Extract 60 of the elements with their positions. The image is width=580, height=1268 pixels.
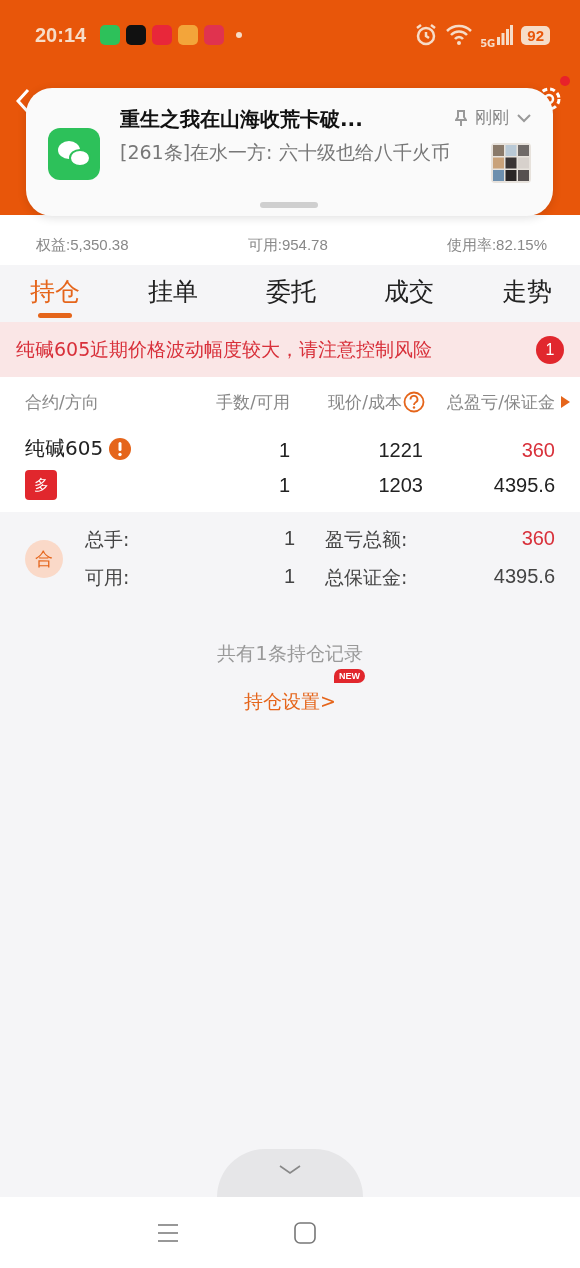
notification-time: 刚刚 <box>475 106 509 129</box>
contract-name: 纯碱605 <box>25 435 104 462</box>
risk-alert-banner[interactable]: 纯碱605近期价格波动幅度较大，请注意控制风险 1 <box>0 322 580 377</box>
avatar-grid-icon <box>491 143 531 183</box>
alert-text: 纯碱605近期价格波动幅度较大，请注意控制风险 <box>16 336 433 362</box>
summary-value: 360 <box>521 526 555 551</box>
back-button[interactable] <box>16 88 30 114</box>
position-row[interactable]: 纯碱605 多 1 1 1221 1203 360 4395.6 <box>0 427 580 512</box>
app-icon <box>152 25 173 45</box>
record-count: 共有1条持仓记录 <box>217 641 363 666</box>
summary-label: 可用: <box>85 564 130 590</box>
summary-label: 盈亏总额: <box>325 526 408 552</box>
tab[interactable]: 走势 <box>502 269 552 318</box>
account-stat: 权益:5,350.38 <box>36 236 129 255</box>
app-icon <box>204 25 225 45</box>
wifi-icon <box>446 24 473 46</box>
battery-level: 92 <box>521 25 550 45</box>
summary-value: 1 <box>283 526 295 551</box>
more-dot-icon <box>236 32 243 38</box>
app-icon <box>100 25 121 45</box>
drag-handle[interactable] <box>260 202 318 208</box>
account-stat: 使用率:82.15% <box>446 236 547 255</box>
right-triangle-icon[interactable] <box>561 396 570 408</box>
home-icon[interactable] <box>294 1221 316 1244</box>
table-cell: 1 <box>278 439 290 462</box>
total-badge: 合 <box>25 539 63 578</box>
chevron-down-icon[interactable] <box>517 112 531 123</box>
column-header: 合约/方向 <box>25 390 100 414</box>
tab[interactable]: 挂单 <box>148 269 198 318</box>
tab[interactable]: 成交 <box>384 269 434 318</box>
column-header: 总盈亏/保证金 <box>447 390 555 414</box>
alert-count-badge: 1 <box>536 335 564 364</box>
column-header: 现价/成本 <box>328 390 402 414</box>
summary-label: 总保证金: <box>325 564 408 590</box>
account-stat: 可用:954.78 <box>247 236 328 255</box>
table-cell: 1221 <box>378 439 423 462</box>
chevron-down-icon <box>279 1165 301 1175</box>
status-time: 20:14 <box>35 23 87 47</box>
notification-title: 重生之我在山海收荒卡破... <box>120 106 364 133</box>
table-cell: 1203 <box>378 474 423 497</box>
table-cell: 1 <box>278 474 290 497</box>
signal-icon <box>497 25 514 45</box>
column-header: 手数/可用 <box>215 390 290 414</box>
notification-card[interactable]: 重生之我在山海收荒卡破... [261条]在水一方: 六十级也给八千火币 刚刚 <box>26 88 553 216</box>
help-icon[interactable] <box>403 391 425 413</box>
new-badge: NEW <box>333 669 365 683</box>
tab[interactable]: 委托 <box>266 269 316 318</box>
summary-value: 1 <box>283 564 295 589</box>
app-icon <box>126 25 147 45</box>
table-cell: 4395.6 <box>493 474 555 497</box>
summary-value: 4395.6 <box>493 564 555 589</box>
pin-icon <box>455 109 467 126</box>
network-label: 5G <box>480 37 496 49</box>
table-cell: 360 <box>521 439 555 462</box>
summary-label: 总手: <box>85 526 130 552</box>
direction-tag: 多 <box>25 470 57 500</box>
menu-icon[interactable] <box>157 1222 180 1243</box>
app-icon <box>178 25 199 45</box>
notification-message: [261条]在水一方: 六十级也给八千火币 <box>120 140 451 165</box>
chat-app-icon <box>48 128 100 180</box>
